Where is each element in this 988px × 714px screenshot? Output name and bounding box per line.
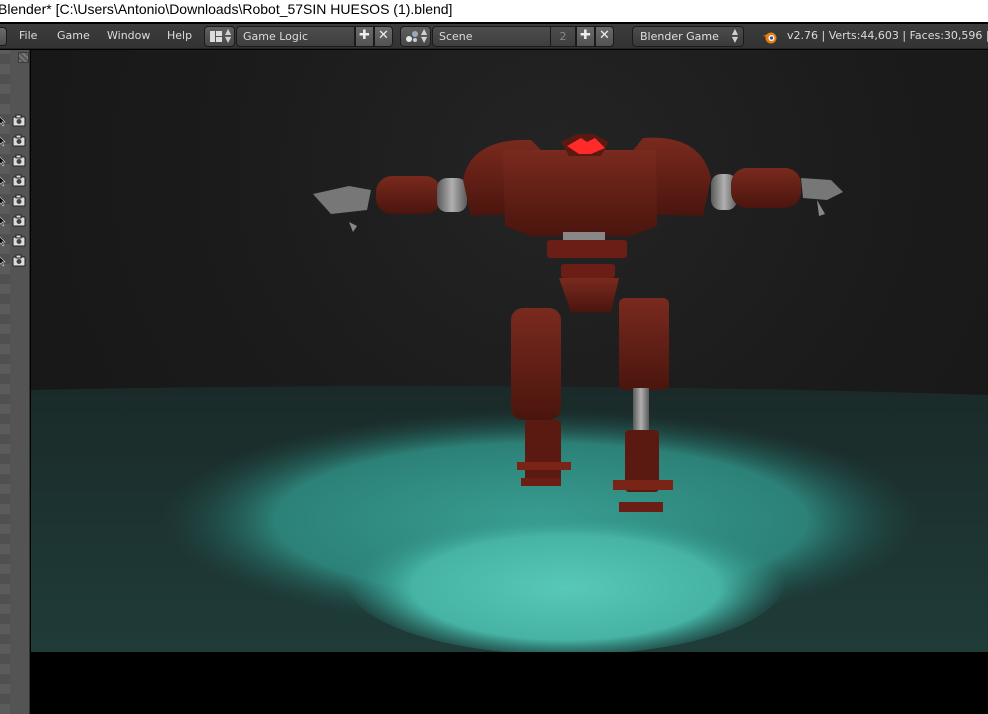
camera-icon[interactable] [12,214,26,227]
camera-icon[interactable] [12,174,26,187]
camera-icon[interactable] [12,134,26,147]
robot-right-knee [633,388,649,432]
cursor-icon[interactable] [0,135,6,147]
robot-right-thigh [619,298,669,390]
robot-abdomen-plate [547,240,627,258]
add-screen-button[interactable]: ✚ [355,26,374,47]
add-scene-button[interactable]: ✚ [576,26,595,47]
outliner-row[interactable] [0,193,30,209]
info-header: File Game Window Help ▲ ▼ Game Logic ✚ ✕ … [0,24,988,49]
scene-name: Scene [439,30,473,43]
scene-statistics: v2.76 | Verts:44,603 | Faces:30,596 | Tr [787,29,988,42]
menu-file[interactable]: File [19,29,37,42]
screen-layout-browse-button[interactable]: ▲ ▼ [204,26,235,47]
area-split-handle[interactable] [18,52,29,63]
robot-left-shin [525,420,561,482]
render-engine-dropdown[interactable]: Blender Game ▲ ▼ [632,26,744,47]
robot-left-forearm [376,176,441,214]
cursor-icon[interactable] [0,255,6,267]
outliner-grid [0,50,10,714]
outliner-row[interactable] [0,173,30,189]
cursor-icon[interactable] [0,155,6,167]
robot-right-claw [801,178,843,200]
robot-torso [503,150,657,236]
outliner-row[interactable] [0,213,30,229]
robot-abdomen-plate-2 [561,264,615,278]
cursor-icon[interactable] [0,195,6,207]
menu-help[interactable]: Help [167,29,192,42]
robot-pelvis [559,278,619,312]
screen-layout-icon [209,30,223,43]
robot-left-claw [313,186,371,214]
robot-left-foot [517,462,571,470]
camera-icon[interactable] [12,194,26,207]
viewport-bottom-region [31,652,988,714]
robot-right-foot [613,480,673,490]
outliner-row[interactable] [0,253,30,269]
window-titlebar: Blender* [C:\Users\Antonio\Downloads\Rob… [0,0,988,22]
robot-right-claw-tip [817,200,825,216]
scene-browse-button[interactable]: ▲ ▼ [400,26,431,47]
cursor-icon[interactable] [0,115,6,127]
robot-right-toe [619,502,663,512]
scene-field[interactable]: Scene [432,26,552,47]
robot-left-claw-tip [349,222,357,232]
outliner-row[interactable] [0,233,30,249]
robot-right-forearm [731,168,801,208]
robot-left-thigh [511,308,561,420]
cursor-icon[interactable] [0,215,6,227]
up-down-arrows-icon: ▲ ▼ [421,27,428,44]
cursor-icon[interactable] [0,175,6,187]
camera-icon[interactable] [12,154,26,167]
outliner-row[interactable] [0,153,30,169]
outliner-strip [0,50,30,714]
delete-scene-button[interactable]: ✕ [595,26,614,47]
outliner-row[interactable] [0,133,30,149]
scene-icon [405,30,419,43]
spotlight-inner [346,505,786,652]
menu-window[interactable]: Window [107,29,150,42]
camera-icon[interactable] [12,114,26,127]
delete-screen-button[interactable]: ✕ [374,26,393,47]
screen-layout-field[interactable]: Game Logic [236,26,355,47]
scene-users-count: 2 [550,26,576,47]
camera-icon[interactable] [12,254,26,267]
screen-layout-name: Game Logic [243,30,308,43]
up-down-arrows-icon: ▲ ▼ [731,27,738,44]
editor-type-button[interactable] [0,27,7,46]
render-engine-label: Blender Game [640,30,719,43]
window-title: Blender* [C:\Users\Antonio\Downloads\Rob… [0,1,453,17]
camera-icon[interactable] [12,234,26,247]
menu-game[interactable]: Game [57,29,90,42]
cursor-icon[interactable] [0,235,6,247]
3d-viewport[interactable] [31,50,988,652]
blender-logo-icon [763,32,777,44]
viewport-render [31,134,988,652]
robot-left-toe [521,478,561,486]
up-down-arrows-icon: ▲ ▼ [225,27,232,44]
robot-left-elbow [437,178,467,212]
outliner-row[interactable] [0,113,30,129]
